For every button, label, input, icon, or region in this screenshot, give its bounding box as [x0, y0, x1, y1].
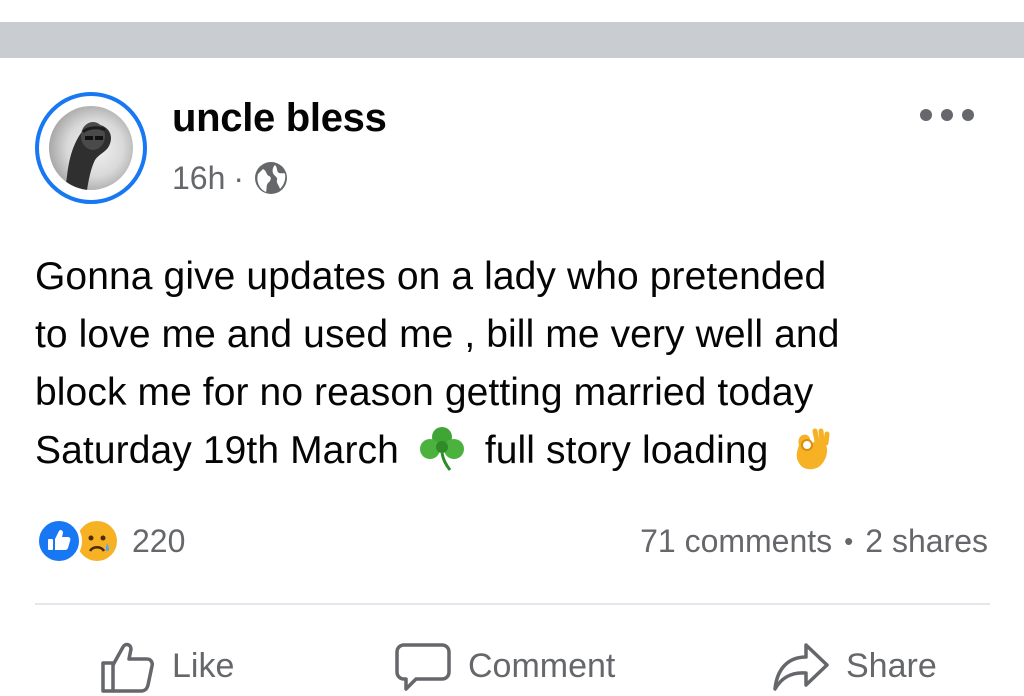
author-name[interactable]: uncle bless [172, 96, 387, 140]
comment-button[interactable]: Comment [394, 636, 615, 696]
stats-separator: • [844, 525, 854, 556]
thumbs-up-icon [101, 642, 154, 693]
like-label: Like [172, 646, 235, 685]
reactions-summary[interactable]: 220 [36, 516, 185, 566]
more-options-button[interactable] [920, 104, 974, 126]
author-avatar[interactable] [35, 92, 147, 204]
post-text-line: Gonna give updates on a lady who pretend… [35, 255, 827, 298]
engagement-stats: 71 comments • 2 shares [640, 516, 988, 566]
post-time[interactable]: 16h [172, 160, 225, 197]
action-bar: Like Comment Share [0, 636, 1024, 696]
share-icon [773, 643, 829, 691]
post-text-line: to love me and used me , bill me very we… [35, 313, 840, 356]
comments-count[interactable]: 71 comments [640, 523, 832, 560]
feed-divider [0, 22, 1024, 58]
shamrock-icon [419, 427, 464, 471]
globe-icon [255, 162, 288, 194]
avatar-photo [49, 106, 133, 190]
post-text-line: block me for no reason getting married t… [35, 371, 814, 414]
comment-label: Comment [468, 646, 616, 685]
top-band [0, 0, 1024, 22]
actions-divider [35, 603, 990, 605]
like-button[interactable]: Like [98, 636, 234, 696]
ok-hand-icon [797, 428, 830, 470]
post-text-line: Saturday 19th March full story loading [35, 422, 990, 480]
comment-icon [395, 643, 451, 691]
share-button[interactable]: Share [772, 636, 937, 696]
share-label: Share [846, 646, 937, 685]
reaction-count: 220 [132, 522, 186, 559]
more-horizontal-icon [920, 109, 932, 121]
shares-count[interactable]: 2 shares [865, 523, 988, 560]
post-text: Gonna give updates on a lady who pretend… [35, 248, 990, 480]
like-reaction-icon [36, 518, 82, 564]
post-meta: 16h · [172, 156, 288, 200]
meta-separator: · [233, 159, 245, 196]
